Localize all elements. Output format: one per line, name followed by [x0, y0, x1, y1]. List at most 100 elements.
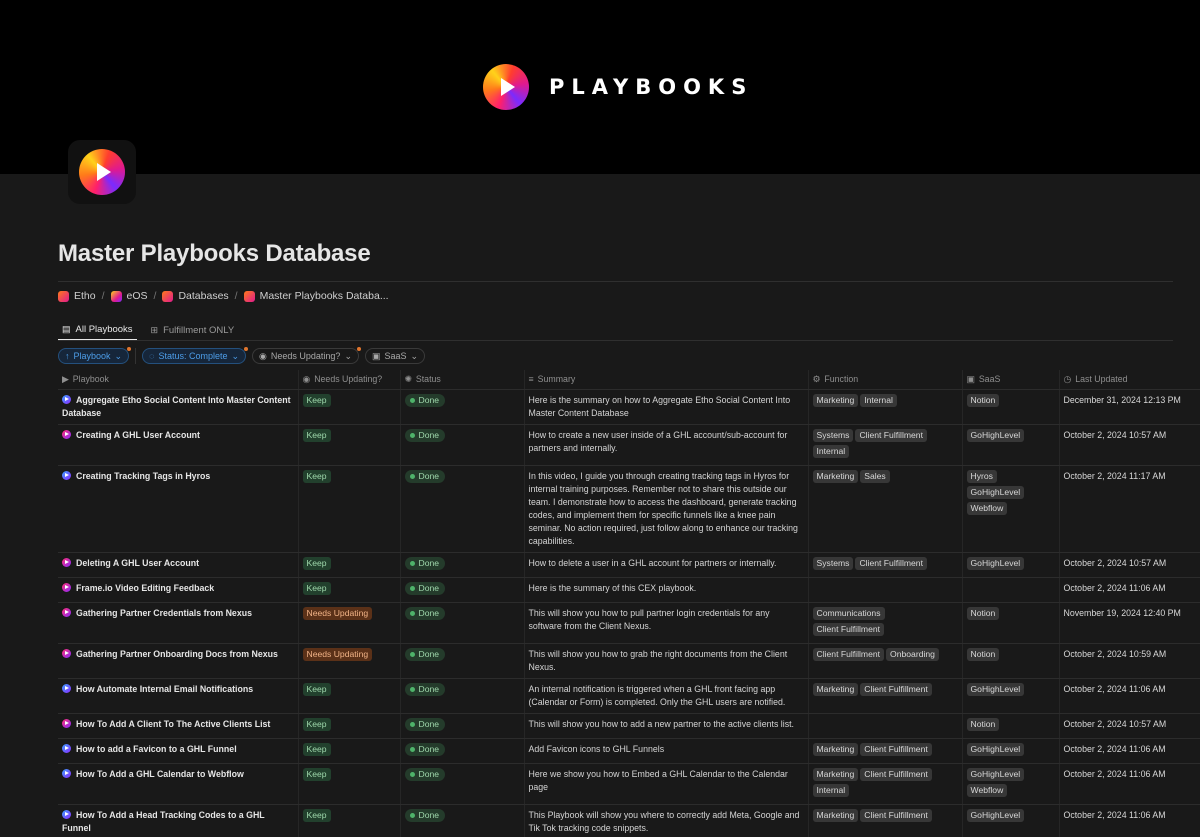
- needs-updating-cell[interactable]: Keep: [298, 738, 401, 764]
- filter-saas-chip[interactable]: ▣ SaaS ⌄: [365, 348, 426, 364]
- table-row[interactable]: Aggregate Etho Social Content Into Maste…: [58, 389, 1200, 425]
- function-cell[interactable]: Marketing Client Fulfillment: [808, 738, 963, 764]
- needs-updating-cell[interactable]: Needs Updating: [298, 602, 401, 644]
- status-cell[interactable]: Done: [400, 713, 525, 739]
- needs-updating-cell[interactable]: Keep: [298, 465, 401, 553]
- saas-cell[interactable]: Notion: [962, 713, 1060, 739]
- status-cell[interactable]: Done: [400, 424, 525, 466]
- saas-cell[interactable]: GoHighLevel: [962, 678, 1060, 714]
- breadcrumb-item-databases[interactable]: Databases: [162, 290, 229, 302]
- column-header-status[interactable]: ✺ Status: [400, 370, 525, 390]
- playbook-title[interactable]: Creating A GHL User Account: [76, 430, 200, 440]
- column-header-needs-updating[interactable]: ◉ Needs Updating?: [298, 370, 401, 390]
- needs-updating-cell[interactable]: Keep: [298, 804, 401, 837]
- saas-cell[interactable]: [962, 577, 1060, 603]
- playbook-title[interactable]: How To Add a Head Tracking Codes to a GH…: [62, 810, 265, 833]
- playbook-cell[interactable]: Creating A GHL User Account: [58, 424, 299, 466]
- column-header-summary[interactable]: ≡ Summary: [524, 370, 809, 390]
- last-updated-cell[interactable]: December 31, 2024 12:13 PM: [1059, 389, 1200, 425]
- playbook-title[interactable]: Deleting A GHL User Account: [76, 558, 199, 568]
- needs-updating-cell[interactable]: Keep: [298, 552, 401, 578]
- function-cell[interactable]: [808, 713, 963, 739]
- table-row[interactable]: How To Add a GHL Calendar to Webflow Keep…: [58, 763, 1200, 805]
- table-row[interactable]: How to add a Favicon to a GHL Funnel Keep…: [58, 738, 1200, 764]
- status-cell[interactable]: Done: [400, 763, 525, 805]
- summary-cell[interactable]: An internal notification is triggered wh…: [524, 678, 809, 714]
- playbook-cell[interactable]: Gathering Partner Onboarding Docs from N…: [58, 643, 299, 679]
- needs-updating-cell[interactable]: Keep: [298, 389, 401, 425]
- page-title[interactable]: Master Playbooks Database: [58, 240, 371, 268]
- status-cell[interactable]: Done: [400, 602, 525, 644]
- saas-cell[interactable]: GoHighLevel: [962, 738, 1060, 764]
- playbook-cell[interactable]: How Automate Internal Email Notification…: [58, 678, 299, 714]
- needs-updating-cell[interactable]: Keep: [298, 678, 401, 714]
- playbook-cell[interactable]: Creating Tracking Tags in Hyros: [58, 465, 299, 553]
- playbook-cell[interactable]: How To Add A Client To The Active Client…: [58, 713, 299, 739]
- last-updated-cell[interactable]: October 2, 2024 10:59 AM: [1059, 643, 1200, 679]
- function-cell[interactable]: Marketing Client Fulfillment Internal: [808, 763, 963, 805]
- playbook-title[interactable]: Frame.io Video Editing Feedback: [76, 583, 214, 593]
- status-cell[interactable]: Done: [400, 389, 525, 425]
- playbook-cell[interactable]: How To Add a GHL Calendar to Webflow: [58, 763, 299, 805]
- needs-updating-cell[interactable]: Keep: [298, 763, 401, 805]
- filter-needs-updating-chip[interactable]: ◉ Needs Updating? ⌄: [252, 347, 361, 364]
- summary-cell[interactable]: Here we show you how to Embed a GHL Cale…: [524, 763, 809, 805]
- filter-status-chip[interactable]: ◌ Status: Complete ⌄: [142, 347, 249, 364]
- playbook-title[interactable]: How To Add a GHL Calendar to Webflow: [76, 769, 244, 779]
- playbook-title[interactable]: How to add a Favicon to a GHL Funnel: [76, 744, 237, 754]
- column-header-function[interactable]: ⚙ Function: [808, 370, 963, 390]
- playbook-cell[interactable]: Gathering Partner Credentials from Nexus: [58, 602, 299, 644]
- last-updated-cell[interactable]: November 19, 2024 12:40 PM: [1059, 602, 1200, 644]
- status-cell[interactable]: Done: [400, 678, 525, 714]
- summary-cell[interactable]: How to delete a user in a GHL account fo…: [524, 552, 809, 578]
- saas-cell[interactable]: Hyros GoHighLevel Webflow: [962, 465, 1060, 553]
- last-updated-cell[interactable]: October 2, 2024 11:06 AM: [1059, 678, 1200, 714]
- saas-cell[interactable]: GoHighLevel: [962, 804, 1060, 837]
- playbook-cell[interactable]: How To Add a Head Tracking Codes to a GH…: [58, 804, 299, 837]
- function-cell[interactable]: Marketing Sales: [808, 465, 963, 553]
- playbook-cell[interactable]: Aggregate Etho Social Content Into Maste…: [58, 389, 299, 425]
- tab-all-playbooks[interactable]: ▤ All Playbooks: [58, 320, 137, 341]
- needs-updating-cell[interactable]: Needs Updating: [298, 643, 401, 679]
- summary-cell[interactable]: In this video, I guide you through creat…: [524, 465, 809, 553]
- function-cell[interactable]: Systems Client Fulfillment: [808, 552, 963, 578]
- breadcrumb-item-etho[interactable]: Etho: [58, 290, 96, 302]
- summary-cell[interactable]: This will show you how to add a new part…: [524, 713, 809, 739]
- last-updated-cell[interactable]: October 2, 2024 10:57 AM: [1059, 424, 1200, 466]
- last-updated-cell[interactable]: October 2, 2024 11:06 AM: [1059, 577, 1200, 603]
- breadcrumb-item-eos[interactable]: eOS: [110, 290, 148, 302]
- page-icon[interactable]: [68, 140, 136, 204]
- status-cell[interactable]: Done: [400, 804, 525, 837]
- summary-cell[interactable]: Here is the summary on how to Aggregate …: [524, 389, 809, 425]
- saas-cell[interactable]: Notion: [962, 643, 1060, 679]
- function-cell[interactable]: Marketing Client Fulfillment: [808, 804, 963, 837]
- last-updated-cell[interactable]: October 2, 2024 11:06 AM: [1059, 804, 1200, 837]
- function-cell[interactable]: Communications Client Fulfillment: [808, 602, 963, 644]
- saas-cell[interactable]: Notion: [962, 389, 1060, 425]
- column-header-playbook[interactable]: ▶ Playbook: [58, 370, 299, 390]
- last-updated-cell[interactable]: October 2, 2024 11:06 AM: [1059, 738, 1200, 764]
- last-updated-cell[interactable]: October 2, 2024 11:17 AM: [1059, 465, 1200, 553]
- playbook-title[interactable]: Gathering Partner Onboarding Docs from N…: [76, 649, 278, 659]
- function-cell[interactable]: [808, 577, 963, 603]
- summary-cell[interactable]: This will show you how to grab the right…: [524, 643, 809, 679]
- table-row[interactable]: Gathering Partner Credentials from Nexus…: [58, 602, 1200, 644]
- playbook-cell[interactable]: How to add a Favicon to a GHL Funnel: [58, 738, 299, 764]
- summary-cell[interactable]: This Playbook will show you where to cor…: [524, 804, 809, 837]
- function-cell[interactable]: Client Fulfillment Onboarding: [808, 643, 963, 679]
- function-cell[interactable]: Systems Client Fulfillment Internal: [808, 424, 963, 466]
- sort-playbook-chip[interactable]: ↑ Playbook ⌄: [58, 347, 132, 364]
- playbook-title[interactable]: How To Add A Client To The Active Client…: [76, 719, 270, 729]
- playbook-title[interactable]: How Automate Internal Email Notification…: [76, 684, 253, 694]
- needs-updating-cell[interactable]: Keep: [298, 424, 401, 466]
- table-row[interactable]: How Automate Internal Email Notification…: [58, 678, 1200, 714]
- saas-cell[interactable]: GoHighLevel: [962, 552, 1060, 578]
- function-cell[interactable]: Marketing Internal: [808, 389, 963, 425]
- playbook-title[interactable]: Creating Tracking Tags in Hyros: [76, 471, 210, 481]
- summary-cell[interactable]: Add Favicon icons to GHL Funnels: [524, 738, 809, 764]
- status-cell[interactable]: Done: [400, 643, 525, 679]
- playbook-cell[interactable]: Frame.io Video Editing Feedback: [58, 577, 299, 603]
- status-cell[interactable]: Done: [400, 738, 525, 764]
- saas-cell[interactable]: Notion: [962, 602, 1060, 644]
- summary-cell[interactable]: Here is the summary of this CEX playbook…: [524, 577, 809, 603]
